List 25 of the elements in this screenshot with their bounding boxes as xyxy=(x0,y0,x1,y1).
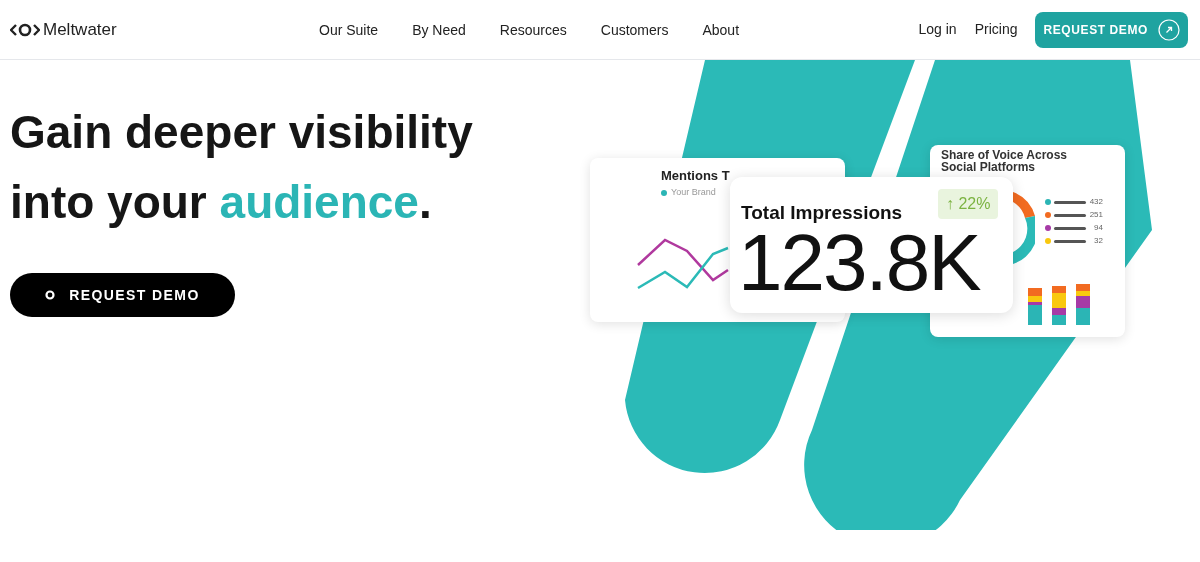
nav-link[interactable]: Resources xyxy=(499,19,567,41)
headline: Gain deeper visibility into your audience. xyxy=(10,105,474,230)
legend-value: 432 xyxy=(1089,196,1103,208)
request-demo-button[interactable]: REQUEST DEMO xyxy=(10,273,235,317)
nav-link[interactable]: About xyxy=(702,19,740,41)
legend-bar xyxy=(1054,239,1086,243)
nav-link[interactable]: Our Suite xyxy=(319,19,379,41)
legend-label: Your Brand xyxy=(671,186,716,199)
arrow-circle-icon xyxy=(1158,18,1180,41)
legend-bar xyxy=(1054,213,1086,217)
card-title: Share of Voice Across Social Platforms xyxy=(941,149,1068,173)
legend-value: 251 xyxy=(1089,209,1103,221)
legend-value: 32 xyxy=(1093,235,1103,247)
logo-wordmark[interactable]: Meltwater xyxy=(43,16,117,43)
legend-bar xyxy=(1054,200,1086,204)
nav-link[interactable]: Customers xyxy=(600,19,669,41)
circle-icon xyxy=(45,290,56,300)
change-badge: ↑ 22% xyxy=(938,189,999,219)
logo-icon xyxy=(10,21,40,38)
nav-link[interactable]: By Need xyxy=(412,19,466,41)
legend-value: 94 xyxy=(1093,222,1103,234)
legend-bar xyxy=(1054,226,1086,230)
nav-link[interactable]: Log in xyxy=(918,19,957,40)
card-title: Mentions T xyxy=(661,167,730,185)
nav-link[interactable]: Pricing xyxy=(974,19,1018,40)
